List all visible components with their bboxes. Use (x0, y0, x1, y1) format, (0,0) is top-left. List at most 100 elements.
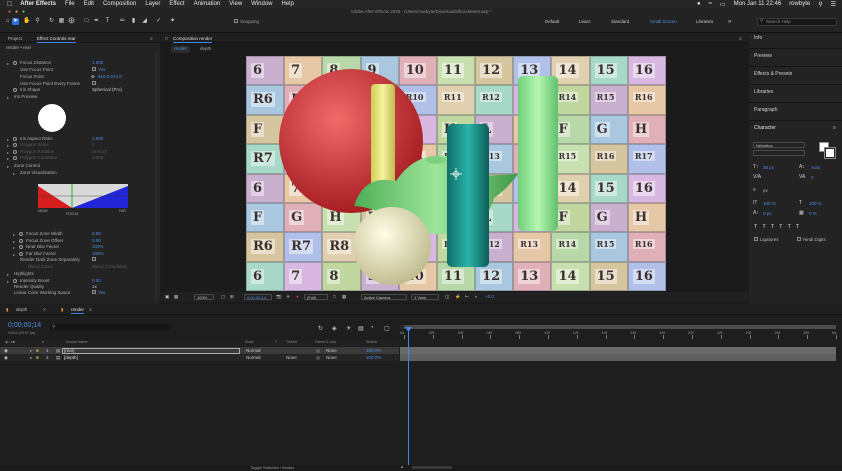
expand-layer-icon[interactable]: ▸ (30, 355, 32, 361)
mode-header[interactable]: Mode (245, 340, 254, 344)
hand-tool-icon[interactable]: ✋ (23, 18, 30, 25)
current-time[interactable]: 0;00;00;14 (244, 294, 272, 300)
stopwatch-icon[interactable] (19, 238, 23, 243)
expand-triangle-icon[interactable]: ▸ (7, 95, 9, 100)
panel-info[interactable]: Info (754, 35, 762, 41)
stroke-unit[interactable]: px (763, 188, 768, 193)
expand-triangle-icon[interactable]: ▸ (7, 143, 9, 148)
expand-triangle-icon[interactable]: ▸ (7, 156, 9, 161)
timeline-search-input[interactable]: ⚲ (50, 324, 170, 331)
stopwatch-icon[interactable] (13, 149, 17, 154)
effect-row[interactable]: Focus Point ⊕ 916.0,674.0 (0, 73, 155, 80)
stopwatch-icon[interactable] (13, 87, 17, 92)
menu-view[interactable]: View (229, 1, 242, 7)
stopwatch-icon[interactable] (13, 142, 17, 147)
effect-row[interactable]: Linear Color Working Space Yes (0, 289, 155, 296)
menu-edit[interactable]: Edit (84, 1, 94, 7)
effect-row-value[interactable]: Blend Completely (92, 264, 127, 269)
timeline-layer-row[interactable]: ◉ ▸ ■ 1 ▤ [rear] Normal ◎ None 100.0% (0, 347, 399, 354)
layer-parent[interactable]: None (326, 355, 337, 360)
expand-triangle-icon[interactable]: ▸ (13, 171, 15, 176)
region-of-interest-icon[interactable]: □ (333, 294, 336, 299)
panel-menu-icon[interactable]: ≡ (150, 36, 153, 41)
app-menu[interactable]: After Effects (20, 1, 56, 7)
font-family-dropdown[interactable]: Helvetica (753, 142, 805, 148)
effect-row-value[interactable]: 1.000 (92, 60, 103, 65)
close-depth-tab-icon[interactable]: × (43, 307, 46, 312)
text-style-buttons[interactable]: TTTTTT (754, 224, 804, 230)
close-window-icon[interactable]: ● (6, 9, 13, 16)
exposure-value[interactable]: +0.0 (485, 294, 494, 299)
spotlight-icon[interactable]: ⚲ (818, 1, 822, 8)
effect-row-value[interactable]: Yes (98, 67, 105, 72)
grid-icon[interactable]: ⊞ (230, 294, 234, 300)
user-name[interactable]: rowbyte (789, 1, 810, 7)
tracking-value[interactable]: 0 (811, 175, 814, 180)
layer-parent[interactable]: None (326, 348, 337, 353)
fast-preview-icon[interactable]: ⚡ (455, 294, 461, 300)
panel-paragraph[interactable]: Paragraph (754, 107, 777, 113)
stopwatch-icon[interactable] (13, 60, 17, 65)
tab-effect-controls[interactable]: Effect Controls rear (37, 36, 76, 43)
expand-triangle-icon[interactable]: ▸ (7, 164, 9, 169)
clone-stamp-tool-icon[interactable]: ▮ (130, 18, 137, 25)
snapping-checkbox[interactable] (234, 19, 238, 23)
workspace-overflow-icon[interactable]: » (728, 19, 731, 25)
effect-row-value[interactable]: Yes (98, 290, 105, 295)
tab-project[interactable]: Project (8, 36, 22, 41)
effect-row-value[interactable]: 0.000 (92, 155, 103, 160)
effect-row[interactable]: Render Dark Zone Separately (0, 256, 155, 263)
timeline-menu-icon[interactable]: ≡ (89, 307, 92, 312)
pan-behind-tool-icon[interactable]: ⨁ (68, 18, 75, 25)
character-menu-icon[interactable]: ≡ (833, 125, 836, 131)
eraser-tool-icon[interactable]: ◢ (141, 18, 148, 25)
control-center-icon[interactable]: ☰ (831, 1, 836, 8)
apple-menu-icon[interactable]:  (7, 1, 12, 8)
baseline-shift-value[interactable]: 0 px (763, 211, 772, 216)
effect-row-value[interactable]: Spherical (Pro) (92, 87, 122, 92)
flowchart-icon[interactable]: ⊢ (465, 294, 469, 300)
comp-panel-menu-icon[interactable]: ≡ (739, 36, 742, 41)
ligatures-checkbox[interactable] (754, 237, 758, 241)
effect-checkbox[interactable] (92, 81, 96, 85)
font-size-value[interactable]: 36 px (763, 165, 774, 170)
track-bar-rear[interactable] (400, 347, 836, 354)
effect-row[interactable]: ▸ Zone Visualization (0, 169, 155, 176)
menu-file[interactable]: File (65, 1, 75, 7)
leading-value[interactable]: Auto (811, 165, 820, 170)
type-tool-icon[interactable]: T (104, 18, 111, 25)
toggle-pixel-aspect-icon[interactable]: ◫ (445, 294, 449, 300)
view-layout-dropdown[interactable]: 1 View (411, 294, 439, 300)
fit-icon[interactable]: ▢ (221, 294, 225, 300)
tab-render[interactable]: render (71, 307, 85, 314)
parent-pickwhip-icon[interactable]: ◎ (316, 355, 320, 361)
workspace-small-screen[interactable]: Small Screen (650, 19, 677, 24)
lock-icon[interactable]: □ (165, 36, 168, 41)
zoom-dropdown[interactable]: 100% (194, 294, 214, 300)
pen-tool-icon[interactable]: ✒ (93, 18, 100, 25)
trkmat-header[interactable]: TrkMat (286, 340, 297, 344)
draft-3d-icon[interactable]: ◈ (332, 325, 337, 332)
effect-checkbox[interactable] (92, 67, 96, 71)
battery-icon[interactable]: ▭ (720, 1, 726, 8)
track-bar-depth[interactable] (400, 354, 836, 361)
stroke-color-swatch[interactable] (824, 147, 836, 159)
effect-row[interactable]: ▸ Polygon Sides 6 (0, 141, 155, 148)
effect-row-value[interactable]: 0.00 (92, 231, 101, 236)
menu-window[interactable]: Window (251, 1, 272, 7)
layer-trkmat[interactable]: None (286, 355, 297, 360)
effect-row[interactable]: ▸ Polygon Curvature 0.000 (0, 154, 155, 161)
effect-row[interactable]: ▸ Near Blur Factor 100% (0, 243, 155, 250)
graph-editor-icon[interactable]: ▢ (384, 325, 390, 332)
scrollbar[interactable] (155, 52, 158, 302)
frame-blending-icon[interactable]: ▤ (358, 325, 364, 332)
selection-tool-icon[interactable]: ➤ (12, 18, 19, 25)
effect-row[interactable]: Blend Zones Blend Completely (0, 263, 155, 270)
rectangle-tool-icon[interactable]: □ (83, 18, 90, 25)
motion-blur-icon[interactable]: ◔ (370, 325, 374, 331)
effect-row-value[interactable]: 100% (92, 244, 104, 249)
reset-exposure-icon[interactable]: ◐ (475, 294, 478, 299)
zoom-tool-icon[interactable]: ⚲ (34, 18, 41, 25)
camera-dropdown[interactable]: Active Camera (361, 294, 407, 300)
wifi-icon[interactable]: ≈ (709, 1, 712, 7)
